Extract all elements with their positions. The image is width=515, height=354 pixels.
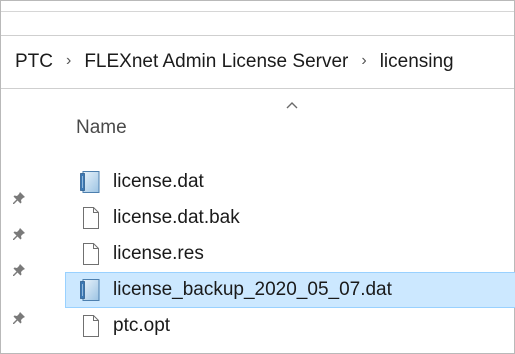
chevron-right-icon[interactable]: › xyxy=(66,52,71,70)
sort-ascending-icon xyxy=(286,102,298,109)
breadcrumb-ptc[interactable]: PTC xyxy=(15,51,53,73)
pin-icon[interactable] xyxy=(12,191,26,205)
breadcrumb-licensing[interactable]: licensing xyxy=(380,51,454,73)
file-list: license.dat license.dat.bak license.res xyxy=(65,164,515,344)
file-row-license-backup-dat[interactable]: license_backup_2020_05_07.dat xyxy=(65,272,515,308)
pin-icon[interactable] xyxy=(12,227,26,241)
navigation-pane xyxy=(1,90,43,353)
blank-file-icon xyxy=(83,243,99,265)
blank-file-icon xyxy=(83,315,99,337)
name-column-header[interactable]: Name xyxy=(76,117,127,139)
file-row-license-res[interactable]: license.res xyxy=(67,236,515,272)
address-bar[interactable]: PTC › FLEXnet Admin License Server › lic… xyxy=(1,35,514,89)
pin-icon[interactable] xyxy=(12,263,26,277)
explorer-window: PTC › FLEXnet Admin License Server › lic… xyxy=(0,0,515,354)
chevron-right-icon[interactable]: › xyxy=(361,52,366,70)
file-name: license.dat.bak xyxy=(113,207,240,228)
file-name: ptc.opt xyxy=(113,315,171,336)
breadcrumb-flexnet-admin-license-server[interactable]: FLEXnet Admin License Server xyxy=(84,51,348,73)
file-name: license_backup_2020_05_07.dat xyxy=(113,279,392,300)
dat-file-icon xyxy=(80,171,100,193)
window-top-strip xyxy=(1,1,514,12)
file-row-license-dat-bak[interactable]: license.dat.bak xyxy=(67,200,515,236)
dat-file-icon xyxy=(80,279,100,301)
file-row-ptc-opt[interactable]: ptc.opt xyxy=(67,308,515,344)
file-row-license-dat[interactable]: license.dat xyxy=(67,164,515,200)
file-name: license.res xyxy=(113,243,204,264)
blank-file-icon xyxy=(83,207,99,229)
file-name: license.dat xyxy=(113,171,204,192)
pin-icon[interactable] xyxy=(12,311,26,325)
